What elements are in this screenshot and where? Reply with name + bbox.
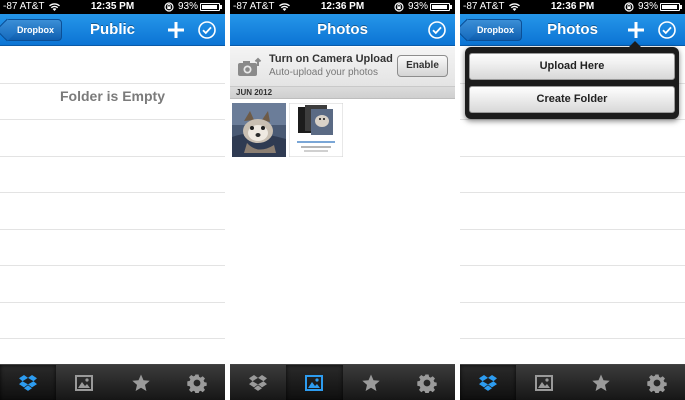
dog-photo: [232, 103, 286, 157]
tab-dropbox[interactable]: [230, 365, 286, 400]
nav-bar: Dropbox Photos: [460, 14, 685, 46]
tab-settings[interactable]: [629, 365, 685, 400]
photo-thumbnail[interactable]: [232, 103, 286, 157]
battery-icon: [200, 3, 222, 11]
photos-icon: [74, 373, 94, 393]
nav-title: Public: [89, 21, 135, 38]
status-bar: -87 AT&T 12:36 PM 93%: [460, 0, 685, 14]
list-row: [460, 266, 685, 303]
photos-icon: [534, 373, 554, 393]
tab-bar: [230, 364, 455, 400]
camera-upload-banner: Turn on Camera Upload Auto-upload your p…: [230, 47, 455, 87]
select-button[interactable]: [197, 20, 217, 40]
add-button[interactable]: [165, 19, 187, 41]
battery-icon: [660, 3, 682, 11]
empty-folder-message: Folder is Empty: [59, 88, 166, 104]
camera-upload-subtitle: Auto-upload your photos: [269, 67, 378, 78]
rotation-lock-icon: [164, 2, 174, 12]
screen-photos: -87 AT&T 12:36 PM 93% Photos Turn on Cam…: [230, 0, 455, 400]
screen-public-folder: -87 AT&T 12:35 PM 93% Dropbox Public Fol…: [0, 0, 225, 400]
tab-bar: [0, 364, 225, 400]
tab-photos[interactable]: [516, 365, 572, 400]
select-button[interactable]: [657, 20, 677, 40]
camera-upload-title: Turn on Camera Upload: [269, 53, 393, 65]
add-button[interactable]: [625, 19, 647, 41]
list-row: [460, 157, 685, 193]
tab-dropbox[interactable]: [0, 365, 57, 400]
upload-here-button[interactable]: Upload Here: [469, 53, 675, 80]
star-icon: [131, 373, 151, 393]
gear-icon: [417, 373, 437, 393]
list-row: [460, 193, 685, 230]
battery-percent: 93%: [178, 1, 199, 12]
photos-icon: [304, 373, 324, 393]
list-row: [0, 47, 225, 84]
tab-settings[interactable]: [399, 365, 455, 400]
nav-title: Photos: [317, 21, 368, 38]
tab-favorites[interactable]: [113, 365, 169, 400]
tab-settings[interactable]: [169, 365, 225, 400]
enable-button[interactable]: Enable: [397, 55, 448, 77]
list-row: [0, 230, 225, 266]
status-bar: -87 AT&T 12:35 PM 93%: [0, 0, 225, 14]
gear-icon: [187, 373, 207, 393]
list-row: [0, 193, 225, 230]
tab-photos[interactable]: [286, 365, 343, 400]
create-folder-button[interactable]: Create Folder: [469, 86, 675, 113]
nav-bar: Dropbox Public: [0, 14, 225, 46]
dropbox-icon: [18, 373, 38, 393]
select-button[interactable]: [427, 20, 447, 40]
battery-icon: [430, 3, 452, 11]
tab-bar: [460, 364, 685, 400]
screen-add-menu: -87 AT&T 12:36 PM 93% Dropbox Photos Upl…: [460, 0, 685, 400]
rotation-lock-icon: [624, 2, 634, 12]
battery-percent: 93%: [638, 1, 659, 12]
nav-title: Photos: [547, 21, 598, 38]
add-menu-popover: Upload Here Create Folder: [465, 41, 679, 119]
dropbox-icon: [248, 373, 268, 393]
status-bar: -87 AT&T 12:36 PM 93%: [230, 0, 455, 14]
dropbox-icon: [478, 373, 498, 393]
star-icon: [591, 373, 611, 393]
list-row: [0, 266, 225, 303]
photo-thumbnail[interactable]: [289, 103, 343, 157]
list-row: [460, 230, 685, 266]
battery-percent: 93%: [408, 1, 429, 12]
rotation-lock-icon: [394, 2, 404, 12]
list-row: [460, 303, 685, 339]
tab-photos[interactable]: [56, 365, 112, 400]
nav-bar: Photos: [230, 14, 455, 46]
list-row: [0, 303, 225, 339]
tab-dropbox[interactable]: [460, 365, 517, 400]
section-header: JUN 2012: [230, 87, 455, 99]
list-row: [460, 120, 685, 157]
tab-favorites[interactable]: [343, 365, 399, 400]
list-row: [0, 157, 225, 193]
collage-screenshot: [289, 103, 343, 157]
star-icon: [361, 373, 381, 393]
camera-upload-icon: [238, 57, 262, 76]
tab-favorites[interactable]: [573, 365, 629, 400]
gear-icon: [647, 373, 667, 393]
list-row: [0, 120, 225, 157]
